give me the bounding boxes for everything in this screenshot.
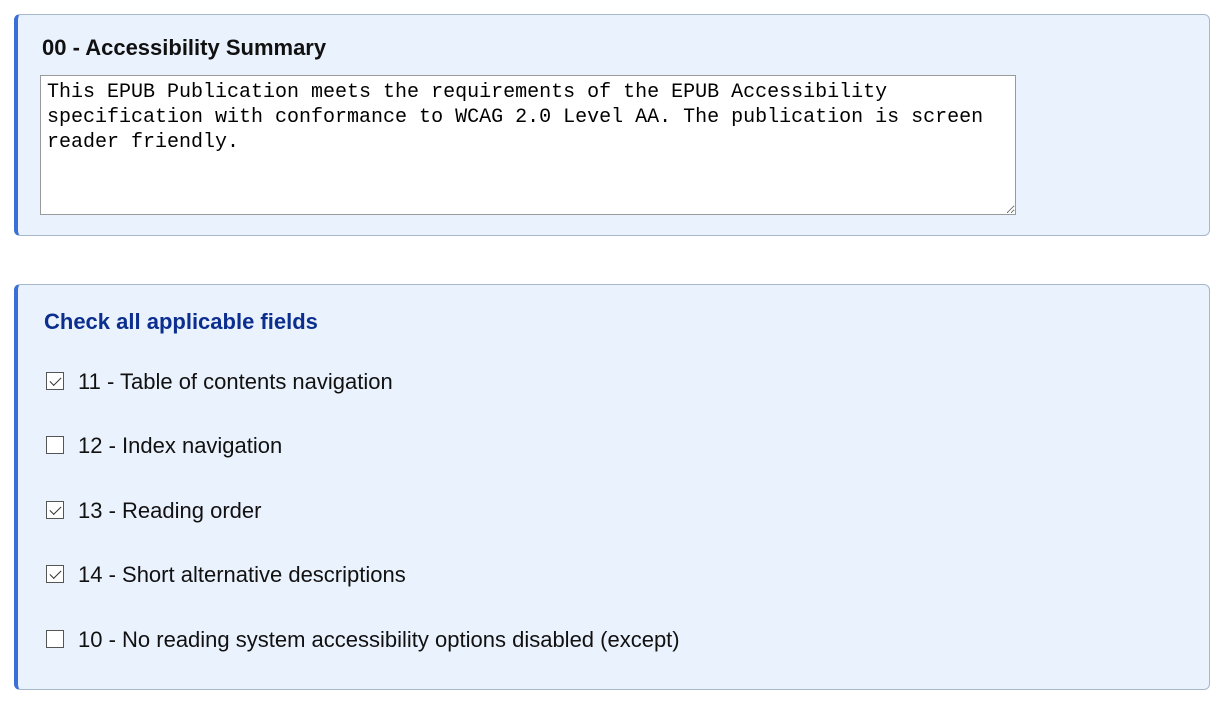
applicable-fields-panel: Check all applicable fields 11 - Table o… [14,284,1210,690]
field-label: 12 - Index navigation [78,433,282,459]
field-label: 14 - Short alternative descriptions [78,562,406,588]
field-row: 13 - Reading order [46,498,1187,524]
field-checkbox-12[interactable] [46,436,64,454]
field-row: 10 - No reading system accessibility opt… [46,627,1187,653]
applicable-fields-title: Check all applicable fields [44,309,1187,335]
field-checkbox-11[interactable] [46,372,64,390]
field-label: 13 - Reading order [78,498,261,524]
field-row: 12 - Index navigation [46,433,1187,459]
field-row: 11 - Table of contents navigation [46,369,1187,395]
field-label: 11 - Table of contents navigation [78,369,393,395]
accessibility-summary-panel: 00 - Accessibility Summary [14,14,1210,236]
field-row: 14 - Short alternative descriptions [46,562,1187,588]
accessibility-summary-title: 00 - Accessibility Summary [42,35,1187,61]
field-checkbox-14[interactable] [46,565,64,583]
accessibility-summary-textarea[interactable] [40,75,1016,215]
field-checkbox-13[interactable] [46,501,64,519]
field-checkbox-10[interactable] [46,630,64,648]
field-label: 10 - No reading system accessibility opt… [78,627,680,653]
